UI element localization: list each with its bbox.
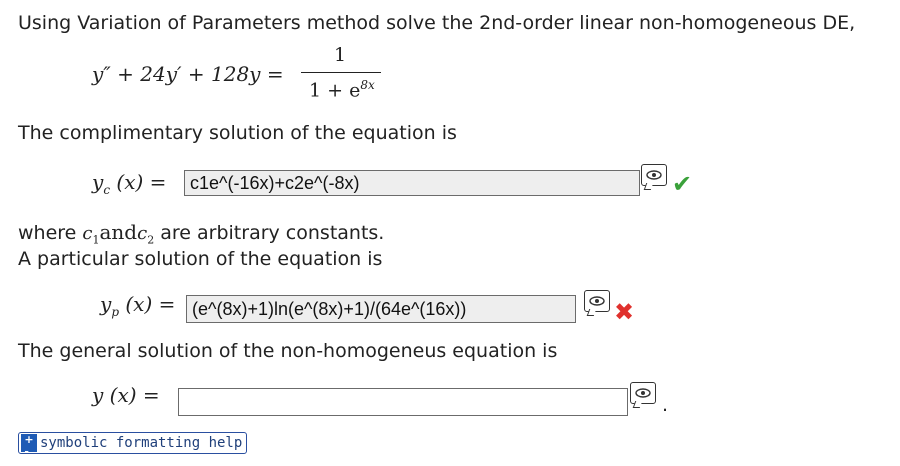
general-preview-button[interactable]	[630, 382, 656, 404]
x-mark-icon: ✖	[614, 298, 635, 326]
complementary-answer-value: c1e^(-16x)+c2e^(-8x)	[190, 172, 360, 193]
y-symbol: y	[92, 383, 104, 407]
complementary-answer-field[interactable]: c1e^(-16x)+c2e^(-8x)	[184, 170, 640, 196]
problem-intro: Using Variation of Parameters method sol…	[18, 12, 856, 34]
symbolic-formatting-help-button[interactable]: + - symbolic formatting help	[18, 432, 248, 458]
yp-rest: (x) =	[125, 292, 176, 316]
complementary-text: The complimentary solution of the equati…	[18, 122, 457, 144]
particular-answer-field[interactable]: (e^(8x)+1)ln(e^(8x)+1)/(64e^(16x))	[186, 295, 576, 323]
c2-subscript: 2	[147, 233, 155, 247]
particular-preview-button[interactable]	[584, 290, 610, 312]
complementary-lhs: yc (x) =	[92, 170, 166, 197]
c1-subscript: 1	[92, 233, 100, 247]
yc-subscript: c	[103, 183, 111, 197]
c1-letter: c	[82, 223, 93, 244]
c1-symbol: c1	[82, 223, 100, 247]
and-word: and	[99, 220, 138, 244]
particular-lhs: yp (x) =	[100, 292, 175, 319]
constants-where: where	[18, 222, 77, 244]
yp-subscript: p	[111, 305, 119, 319]
general-text: The general solution of the non-homogene…	[18, 340, 558, 362]
denominator-base: 1 + e	[309, 79, 361, 102]
general-answer-field[interactable]	[178, 388, 628, 416]
constants-line: where c1andc2 are arbitrary constants.	[18, 220, 384, 247]
denominator-exponent: 8x	[360, 78, 375, 92]
equation-denominator: 1 + e8x	[309, 78, 375, 101]
complementary-preview-button[interactable]	[641, 164, 667, 186]
c2-letter: c	[137, 223, 148, 244]
yc-symbol: y	[92, 170, 104, 194]
particular-answer-value: (e^(8x)+1)ln(e^(8x)+1)/(64e^(16x))	[192, 298, 467, 319]
fraction-bar	[301, 72, 381, 73]
general-period: .	[662, 394, 669, 416]
eye-preview-icon	[646, 170, 662, 180]
equation-lhs: y″ + 24y′ + 128y =	[92, 62, 284, 86]
help-button-label: symbolic formatting help	[40, 435, 243, 451]
general-answer-input[interactable]	[184, 389, 622, 415]
yp-symbol: y	[100, 292, 112, 316]
eye-preview-icon	[635, 388, 651, 398]
general-lhs: y (x) =	[92, 383, 160, 407]
eye-preview-icon	[589, 296, 605, 306]
particular-text: A particular solution of the equation is	[18, 248, 383, 270]
y-rest: (x) =	[109, 383, 160, 407]
yc-rest: (x) =	[116, 170, 167, 194]
c2-symbol: c2	[137, 223, 155, 247]
constants-rest: are arbitrary constants.	[160, 222, 385, 244]
checkmark-icon: ✔	[672, 170, 693, 198]
equation-numerator: 1	[333, 44, 347, 66]
plus-minus-help-icon: + -	[21, 434, 37, 458]
